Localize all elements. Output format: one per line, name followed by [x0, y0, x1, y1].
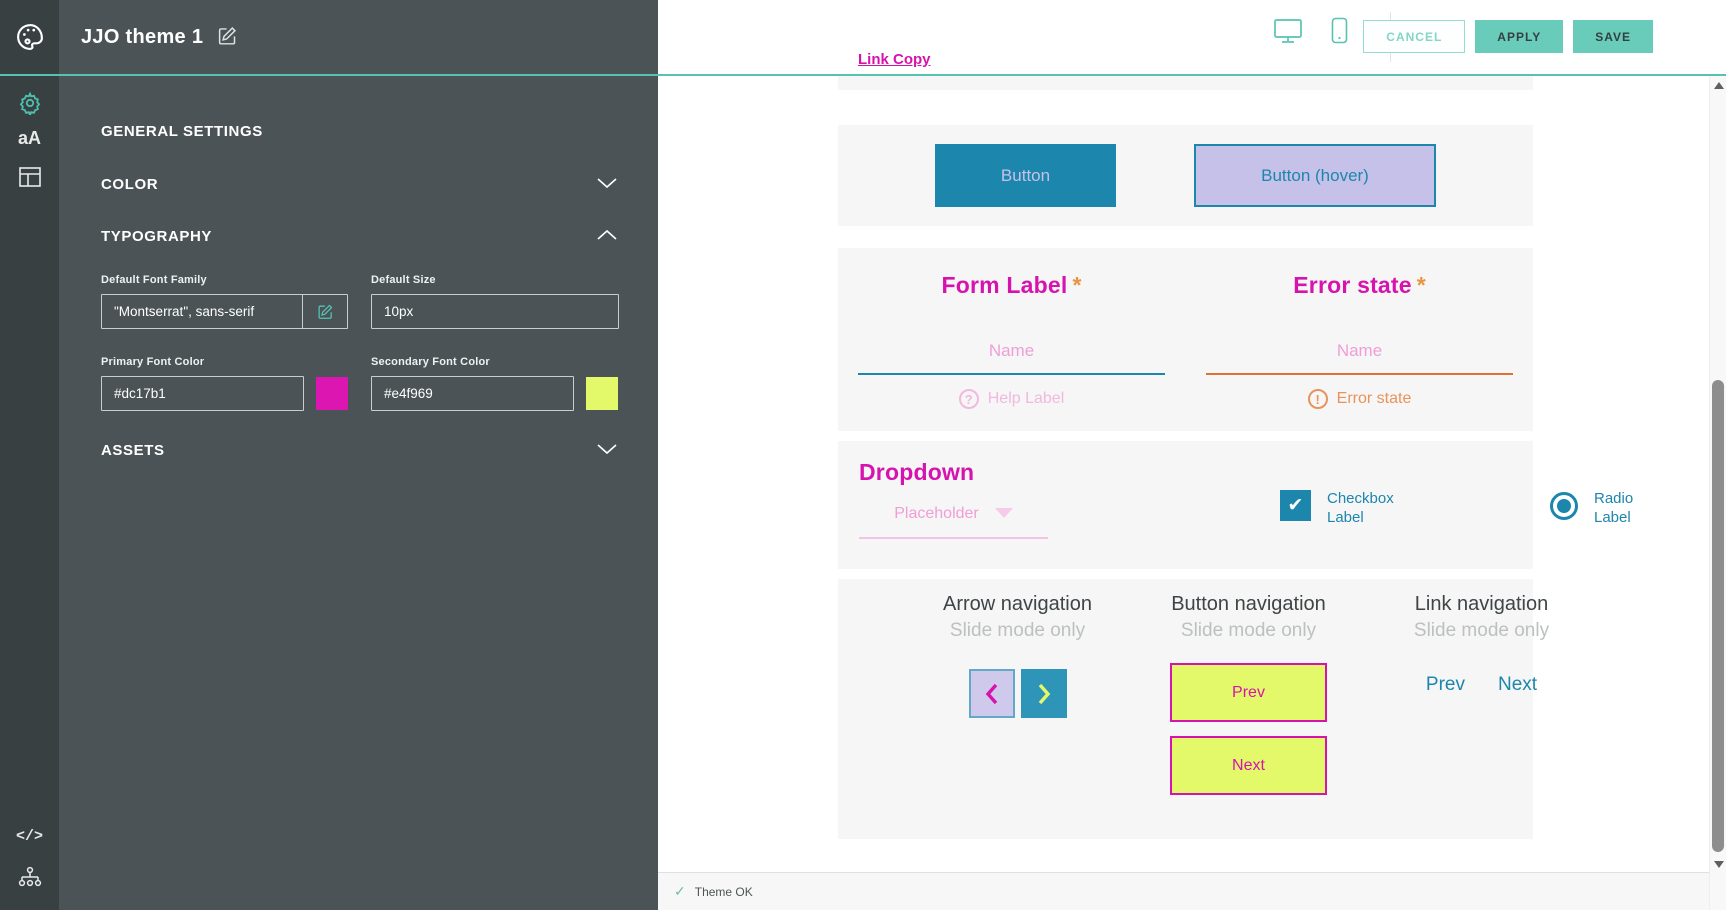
- dropdown-caret-icon: [995, 508, 1013, 518]
- buttons-card: Button Button (hover): [838, 125, 1533, 226]
- button-nav-subtitle: Slide mode only: [1133, 620, 1364, 642]
- mobile-preview-icon[interactable]: [1331, 17, 1348, 49]
- dropdown-heading: Dropdown: [859, 459, 974, 486]
- palette-logo-icon: [0, 22, 59, 52]
- settings-sidebar: JJO theme 1 GENERAL SETTINGS COLOR TYPOG…: [59, 0, 658, 910]
- checkbox[interactable]: ✔: [1280, 490, 1311, 521]
- layout-table-icon[interactable]: [0, 166, 59, 188]
- theme-header: JJO theme 1: [59, 0, 658, 75]
- required-asterisk: *: [1417, 272, 1426, 298]
- check-icon: ✔: [1288, 494, 1304, 517]
- preview-button-hover[interactable]: Button (hover): [1194, 144, 1436, 207]
- checkbox-label: CheckboxLabel: [1327, 490, 1394, 528]
- preview-pane: ? CANCEL APPLY SAVE Link Copy Button But…: [658, 0, 1726, 910]
- scrollbar-thumb[interactable]: [1712, 380, 1724, 852]
- typography-icon[interactable]: aA: [0, 128, 59, 149]
- arrow-prev-button[interactable]: [969, 669, 1015, 718]
- default-size-label: Default Size: [371, 274, 436, 286]
- primary-color-swatch[interactable]: [316, 377, 348, 410]
- section-typography[interactable]: TYPOGRAPHY: [101, 228, 618, 245]
- cancel-button[interactable]: CANCEL: [1363, 20, 1465, 53]
- form-label-heading: Form Label*: [838, 272, 1185, 299]
- scroll-up-arrow-icon[interactable]: [1714, 82, 1724, 89]
- preview-topbar: ? CANCEL APPLY SAVE: [658, 0, 1726, 75]
- code-icon[interactable]: </>: [0, 828, 59, 845]
- navigation-card: Arrow navigation Slide mode only Button …: [838, 579, 1533, 839]
- error-state-heading: Error state*: [1186, 272, 1533, 299]
- nav-prev-link[interactable]: Prev: [1426, 674, 1465, 696]
- theme-title: JJO theme 1: [81, 26, 203, 49]
- error-label-row: ! Error state: [1186, 389, 1533, 409]
- default-size-input[interactable]: [371, 294, 619, 329]
- font-family-edit-icon[interactable]: [302, 295, 347, 328]
- section-general-settings[interactable]: GENERAL SETTINGS: [101, 123, 618, 140]
- header-accent-line: [0, 74, 1726, 76]
- link-nav-title: Link navigation: [1366, 593, 1597, 616]
- nav-next-link[interactable]: Next: [1498, 674, 1537, 696]
- status-text: Theme OK: [695, 885, 753, 899]
- edit-theme-name-icon[interactable]: [217, 25, 238, 51]
- nav-prev-button[interactable]: Prev: [1170, 663, 1327, 722]
- icon-rail: aA </>: [0, 0, 59, 910]
- section-color[interactable]: COLOR: [101, 176, 618, 193]
- dropdown-select[interactable]: Placeholder: [859, 505, 1048, 539]
- form-input[interactable]: Name: [858, 341, 1165, 375]
- preview-button[interactable]: Button: [935, 144, 1116, 207]
- primary-font-color-label: Primary Font Color: [101, 356, 204, 368]
- primary-font-color-input[interactable]: [101, 376, 304, 411]
- help-label-row: ? Help Label: [838, 389, 1185, 409]
- error-circle-icon: !: [1308, 389, 1328, 409]
- radio-dot-icon: [1557, 499, 1571, 513]
- section-assets[interactable]: ASSETS: [101, 442, 618, 459]
- radio-button[interactable]: [1550, 492, 1578, 520]
- save-button[interactable]: SAVE: [1573, 20, 1653, 53]
- button-nav-title: Button navigation: [1133, 593, 1364, 616]
- arrow-nav-subtitle: Slide mode only: [902, 620, 1133, 642]
- vertical-scrollbar[interactable]: [1709, 76, 1726, 910]
- status-check-icon: ✓: [674, 883, 686, 900]
- nav-next-button[interactable]: Next: [1170, 736, 1327, 795]
- radio-label: RadioLabel: [1594, 490, 1633, 528]
- arrow-nav-title: Arrow navigation: [902, 593, 1133, 616]
- help-circle-icon: ?: [959, 389, 979, 409]
- link-nav-subtitle: Slide mode only: [1366, 620, 1597, 642]
- error-form-input[interactable]: Name: [1206, 341, 1513, 375]
- theme-editor-app: aA </> JJO theme 1: [0, 0, 1726, 910]
- link-copy-link[interactable]: Link Copy: [858, 51, 931, 68]
- desktop-preview-icon[interactable]: [1273, 18, 1303, 49]
- controls-card: Dropdown Placeholder ✔ CheckboxLabel Rad…: [838, 441, 1533, 569]
- chevron-down-icon: [596, 176, 618, 193]
- chevron-down-icon: [596, 442, 618, 459]
- scroll-down-arrow-icon[interactable]: [1714, 861, 1724, 868]
- secondary-font-color-label: Secondary Font Color: [371, 356, 490, 368]
- status-bar: ✓ Theme OK: [658, 872, 1709, 910]
- font-family-label: Default Font Family: [101, 274, 207, 286]
- form-card: Form Label* Name ? Help Label Error stat…: [838, 248, 1533, 431]
- secondary-font-color-input[interactable]: [371, 376, 574, 411]
- settings-gear-icon[interactable]: [0, 91, 59, 115]
- required-asterisk: *: [1073, 272, 1082, 298]
- arrow-next-button[interactable]: [1021, 669, 1067, 718]
- link-card-remnant: [838, 76, 1533, 90]
- chevron-up-icon: [596, 228, 618, 245]
- font-family-input[interactable]: [102, 295, 302, 328]
- apply-button[interactable]: APPLY: [1475, 20, 1563, 53]
- secondary-color-swatch[interactable]: [586, 377, 618, 410]
- font-family-group: [101, 294, 348, 329]
- sitemap-icon[interactable]: [0, 864, 59, 890]
